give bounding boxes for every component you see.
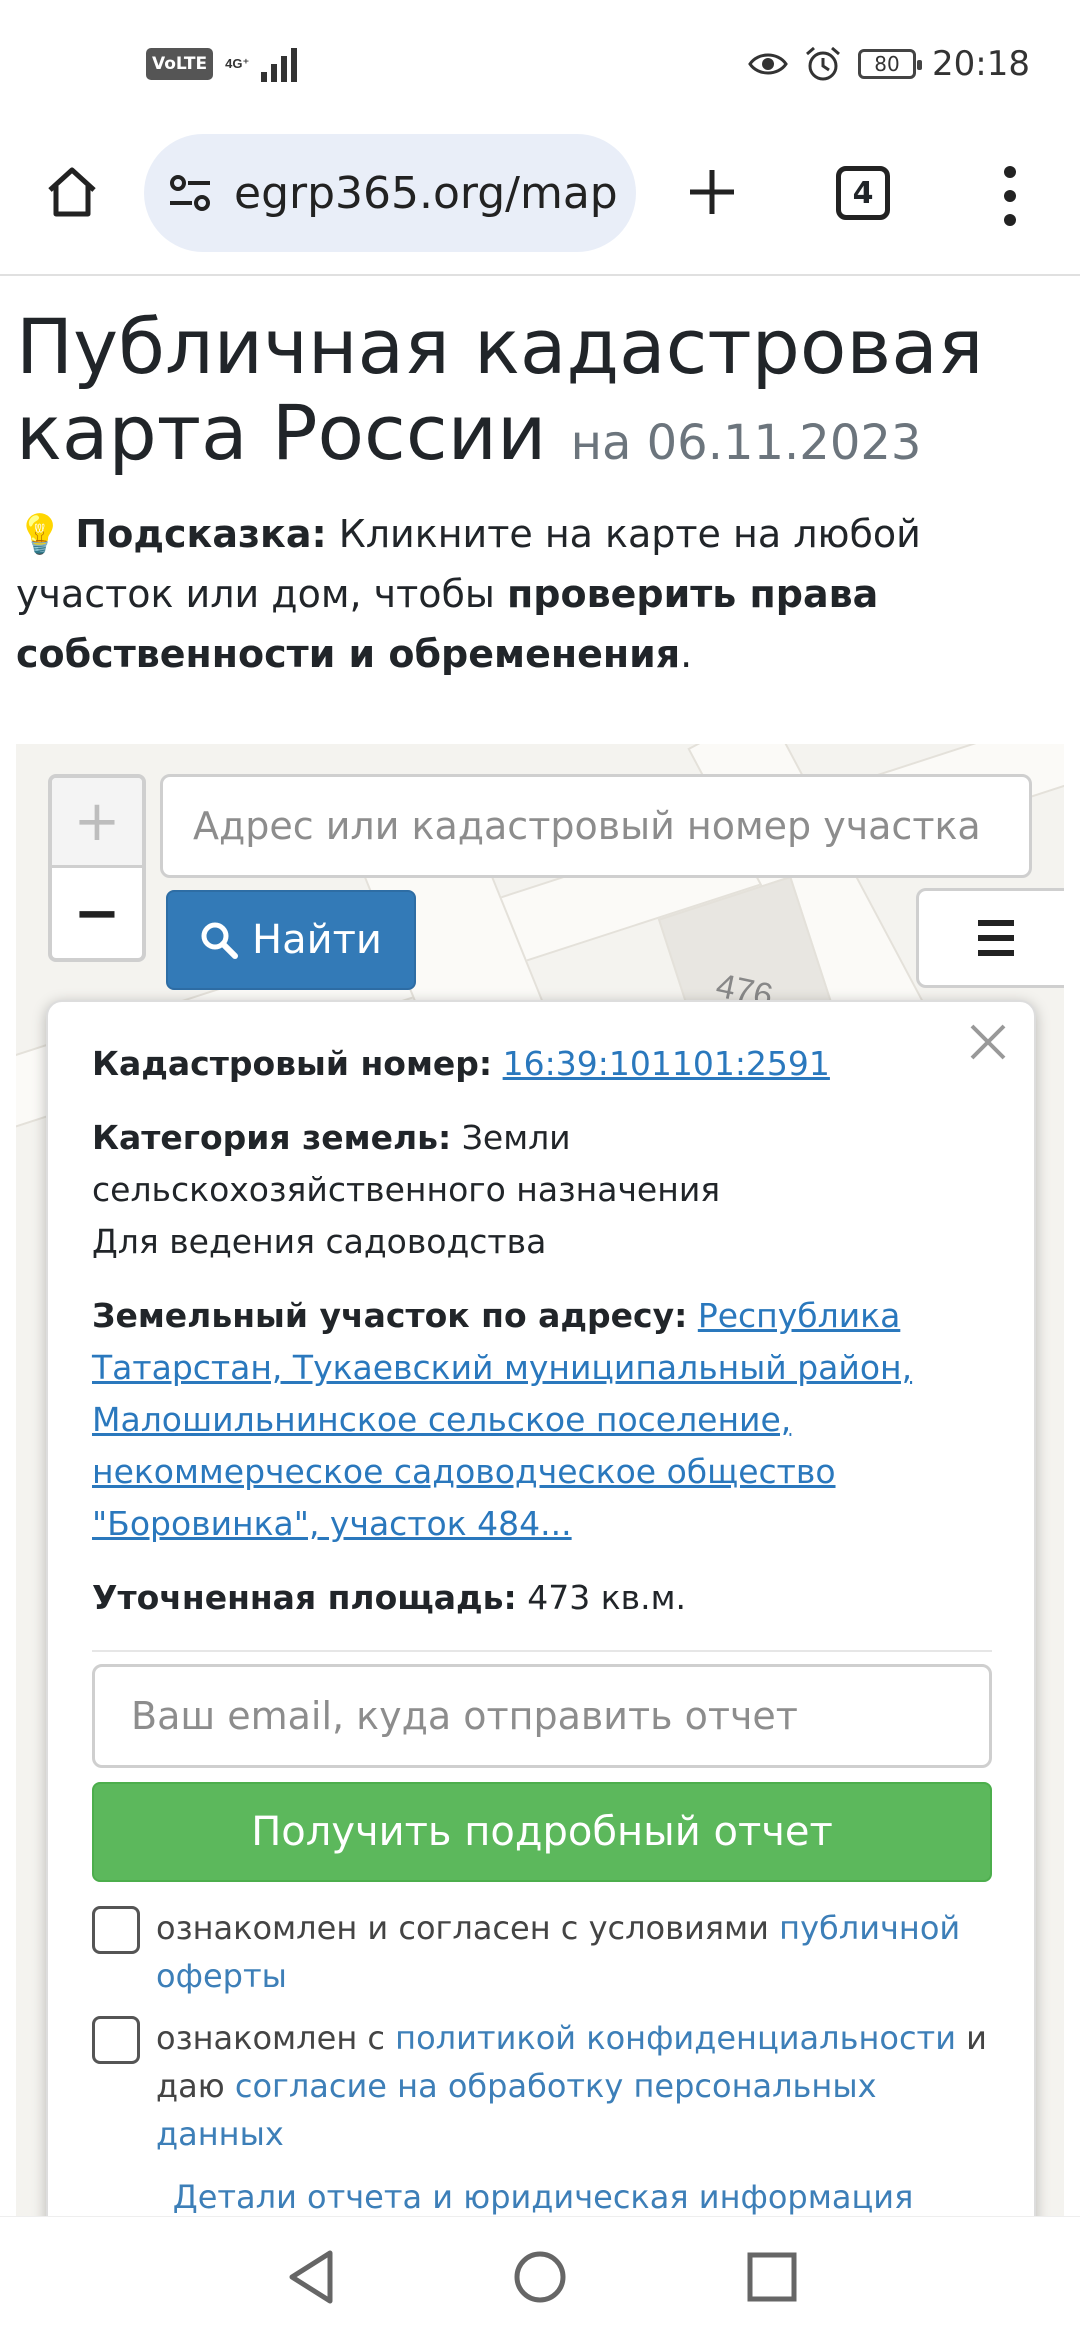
- battery-icon: 80: [858, 49, 923, 79]
- hint-end: .: [680, 632, 693, 676]
- land-category-row: Категория земель: Земли сельскохозяйстве…: [92, 1112, 992, 1268]
- search-icon: [201, 922, 239, 959]
- lightbulb-icon: 💡: [16, 512, 64, 556]
- back-icon[interactable]: [284, 2247, 340, 2307]
- page-title: Публичная кадастровая карта России на 06…: [16, 304, 1066, 486]
- offer-checkbox[interactable]: [92, 1906, 140, 1954]
- zoom-in-button[interactable]: +: [52, 778, 142, 868]
- url-text: egrp365.org/map: [234, 167, 618, 219]
- email-input[interactable]: [92, 1664, 992, 1768]
- get-report-button[interactable]: Получить подробный отчет: [92, 1782, 992, 1882]
- hint-text: 💡 Подсказка: Кликните на карте на любой …: [16, 504, 1072, 684]
- parcel-info-popup: Кадастровый номер: 16:39:101101:2591 Кат…: [46, 1000, 1036, 2234]
- address-row: Земельный участок по адресу: Республика …: [92, 1290, 992, 1550]
- cadastral-number-link[interactable]: 16:39:101101:2591: [503, 1044, 830, 1083]
- layers-menu-button[interactable]: [916, 888, 1064, 988]
- offer-agreement-row: ознакомлен и согласен с условиями публич…: [92, 1904, 992, 2000]
- privacy-policy-link[interactable]: политикой конфиденциальности: [395, 2019, 956, 2057]
- find-button[interactable]: Найти: [166, 890, 416, 990]
- status-right: 80 20:18: [748, 44, 1030, 84]
- plus-icon: [690, 170, 734, 214]
- area-value: 473 кв.м.: [527, 1578, 686, 1617]
- page-title-date: на 06.11.2023: [570, 415, 922, 471]
- zoom-control: + −: [48, 774, 146, 962]
- cadastral-number-row: Кадастровый номер: 16:39:101101:2591: [92, 1038, 992, 1090]
- privacy-agreement-text: ознакомлен с политикой конфиденциальност…: [156, 2014, 992, 2158]
- recent-apps-icon[interactable]: [744, 2247, 800, 2307]
- privacy-text-1: ознакомлен с: [156, 2019, 396, 2057]
- home-button[interactable]: [40, 160, 104, 224]
- overflow-menu-icon[interactable]: [990, 166, 1030, 226]
- hint-label: Подсказка:: [75, 512, 327, 556]
- status-left: VoLTE 4G⁺: [146, 46, 298, 82]
- cadastral-map[interactable]: 476 + − Найти Кадастровый номер:: [16, 744, 1064, 2234]
- offer-text: ознакомлен и согласен с условиями: [156, 1909, 780, 1947]
- network-type: 4G⁺: [225, 56, 250, 71]
- zoom-out-button[interactable]: −: [52, 868, 142, 958]
- home-circle-icon[interactable]: [512, 2247, 568, 2307]
- personal-data-consent-link[interactable]: согласие на обработку персональных данны…: [156, 2067, 877, 2153]
- address-label: Земельный участок по адресу:: [92, 1296, 688, 1335]
- signal-icon: [261, 46, 298, 82]
- privacy-agreement-row: ознакомлен с политикой конфиденциальност…: [92, 2014, 992, 2158]
- home-icon: [48, 167, 96, 217]
- area-row: Уточненная площадь: 473 кв.м.: [92, 1572, 992, 1624]
- clock: 20:18: [932, 44, 1030, 84]
- system-navigation-bar: [0, 2216, 1080, 2340]
- site-settings-icon: [170, 175, 210, 211]
- category-label: Категория земель:: [92, 1118, 452, 1157]
- address-search-input[interactable]: [160, 774, 1032, 878]
- popup-body: Кадастровый номер: 16:39:101101:2591 Кат…: [92, 1038, 992, 1652]
- browser-toolbar: egrp365.org/map 4: [0, 130, 1080, 276]
- volte-icon: VoLTE: [146, 48, 214, 80]
- find-button-label: Найти: [252, 917, 382, 963]
- new-tab-button[interactable]: [680, 160, 744, 224]
- cadastral-label: Кадастровый номер:: [92, 1044, 493, 1083]
- alarm-icon: [806, 46, 840, 81]
- status-bar: VoLTE 4G⁺ 80 20:18: [0, 0, 1080, 130]
- eye-icon: [748, 53, 788, 75]
- area-label: Уточненная площадь:: [92, 1578, 517, 1617]
- url-bar[interactable]: egrp365.org/map: [144, 134, 636, 252]
- divider: [92, 1650, 992, 1652]
- offer-agreement-text: ознакомлен и согласен с условиями публич…: [156, 1904, 992, 2000]
- privacy-checkbox[interactable]: [92, 2016, 140, 2064]
- land-usage: Для ведения садоводства: [92, 1222, 547, 1261]
- tab-switcher-button[interactable]: 4: [836, 166, 890, 220]
- hamburger-icon: [978, 920, 1014, 926]
- report-details-link[interactable]: Детали отчета и юридическая информация: [48, 2178, 1038, 2216]
